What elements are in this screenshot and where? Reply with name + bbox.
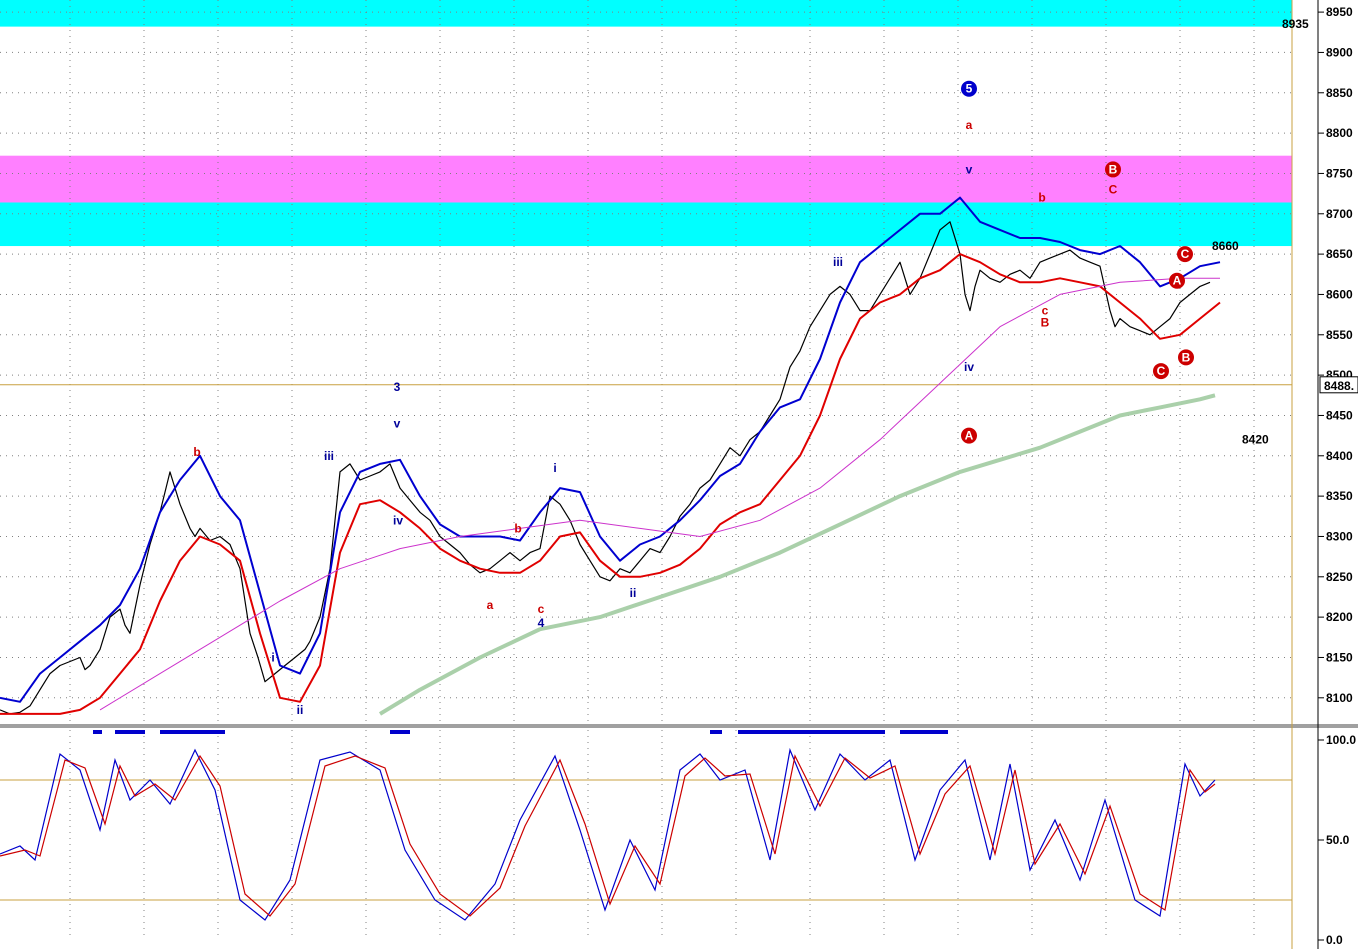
price-tick-label: 8650	[1326, 247, 1353, 261]
current-price-label: 8488.	[1324, 379, 1354, 393]
wave-label: ii	[630, 586, 637, 600]
osc-marker	[115, 730, 145, 734]
price-tick-label: 8850	[1326, 86, 1353, 100]
price-tick-label: 8300	[1326, 529, 1353, 543]
price-tick-label: 8150	[1326, 650, 1353, 664]
price-tick-label: 8950	[1326, 5, 1353, 19]
wave-label: 4	[538, 616, 545, 630]
chart: 8100815082008250830083508400845085008550…	[0, 0, 1358, 949]
price-tick-label: 8350	[1326, 489, 1353, 503]
wave-label: i	[271, 650, 274, 664]
price-tick-label: 8100	[1326, 691, 1353, 705]
price-tick-label: 8750	[1326, 166, 1353, 180]
wave-label: iv	[964, 360, 974, 374]
wave-label: C	[1157, 364, 1166, 378]
wave-label: b	[514, 521, 521, 535]
price-tick-label: 8700	[1326, 207, 1353, 221]
price-tick-label: 8200	[1326, 610, 1353, 624]
level-label: 8660	[1212, 239, 1239, 253]
price-axis: 8100815082008250830083508400845085008550…	[1318, 5, 1358, 705]
wave-label: c	[538, 602, 545, 616]
wave-label: ii	[297, 703, 304, 717]
wave-label: iii	[833, 255, 843, 269]
wave-label: a	[966, 118, 973, 132]
price-zones	[0, 0, 1292, 247]
osc-marker	[160, 730, 225, 734]
level-label: 8420	[1242, 433, 1269, 447]
price-tick-label: 8450	[1326, 408, 1353, 422]
panel-separator	[0, 724, 1358, 728]
level-label: 8935	[1282, 17, 1309, 31]
series-lower-band	[0, 253, 1221, 715]
wave-label: iv	[393, 513, 403, 527]
wave-label: 5	[966, 82, 973, 96]
grid	[0, 0, 1358, 949]
wave-label: i	[553, 461, 556, 475]
wave-label: v	[966, 162, 973, 176]
price-tick-label: 8550	[1326, 328, 1353, 342]
zone-1	[0, 155, 1292, 203]
wave-label: iii	[324, 449, 334, 463]
price-tick-label: 8800	[1326, 126, 1353, 140]
series-long-moving-average	[378, 393, 1216, 716]
price-tick-label: 8600	[1326, 287, 1353, 301]
wave-label: B	[1182, 350, 1191, 364]
wave-label: 3	[394, 380, 401, 394]
wave-label: C	[1109, 183, 1118, 197]
wave-label: b	[1038, 191, 1045, 205]
wave-label: v	[394, 417, 401, 431]
wave-label: B	[1041, 316, 1050, 330]
wave-label: C	[1181, 247, 1190, 261]
osc-tick-label: 0.0	[1326, 933, 1343, 947]
price-tick-label: 8400	[1326, 449, 1353, 463]
wave-label: A	[1173, 274, 1182, 288]
oscillator-axis: 100.0 50.0 0.0	[1318, 733, 1356, 947]
osc-tick-label: 100.0	[1326, 733, 1356, 747]
price-tick-label: 8900	[1326, 45, 1353, 59]
osc-tick-label: 50.0	[1326, 833, 1350, 847]
series-close	[0, 221, 1211, 715]
osc-marker	[710, 730, 722, 734]
osc-marker	[390, 730, 410, 734]
wave-label: a	[487, 598, 494, 612]
osc-marker	[93, 730, 102, 734]
oscillator-plot	[0, 730, 1216, 921]
zone-2	[0, 202, 1292, 247]
wave-label: A	[965, 429, 974, 443]
zone-0	[0, 0, 1292, 27]
osc-marker	[900, 730, 948, 734]
wave-label: b	[193, 445, 200, 459]
series-moving-average	[99, 277, 1220, 711]
osc-marker	[738, 730, 885, 734]
price-tick-label: 8250	[1326, 570, 1353, 584]
wave-labels: 893586608420biiiiii3vivabc4iiiiii5avivAb…	[193, 17, 1309, 717]
wave-label: B	[1109, 162, 1118, 176]
price-plot	[0, 196, 1221, 716]
